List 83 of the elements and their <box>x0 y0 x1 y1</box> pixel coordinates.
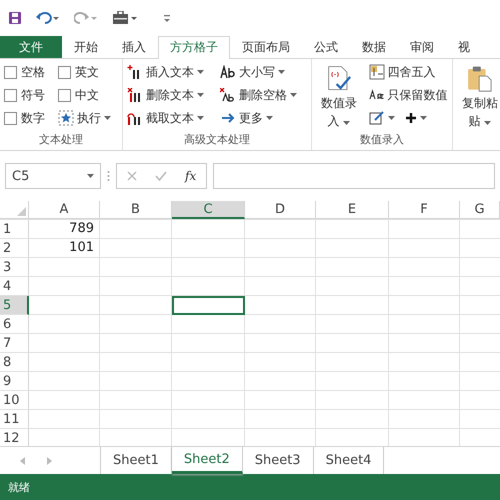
caret-icon <box>343 120 350 125</box>
triangle-icon <box>17 207 26 216</box>
group-title: 高级文本处理 <box>183 132 251 148</box>
round-icon <box>368 64 384 80</box>
drag-handle-icon <box>107 170 110 182</box>
large-menu-button[interactable]: 数值录入 <box>316 60 362 130</box>
redo-icon[interactable] <box>74 10 98 25</box>
menu-button[interactable]: 截取文本 <box>127 110 204 127</box>
checkbox-label: 数字 <box>21 110 45 127</box>
ribbon-tab[interactable]: 公式 <box>302 36 350 58</box>
menu-button[interactable]: 插入文本 <box>127 64 204 81</box>
delete-text-icon <box>127 88 143 102</box>
sheet-tab[interactable]: Sheet4 <box>314 447 384 474</box>
column-header[interactable]: C <box>172 201 245 220</box>
menu-button[interactable]: 删除空格 <box>220 86 297 104</box>
checkbox-label: 英文 <box>75 64 99 81</box>
caret-icon <box>420 116 426 120</box>
check-icon[interactable] <box>155 171 167 182</box>
ribbon-tab[interactable]: 数据 <box>350 36 398 58</box>
ribbon-tab[interactable]: 插入 <box>110 36 158 58</box>
menu-button[interactable]: 只保留数值 <box>368 86 448 104</box>
menu-button[interactable]: 删除文本 <box>127 86 204 104</box>
caret-icon <box>87 174 94 178</box>
column-header[interactable]: E <box>316 201 389 220</box>
ribbon-tab[interactable]: 审阅 <box>398 36 446 58</box>
checkbox[interactable] <box>4 66 17 79</box>
scroll-right-icon[interactable] <box>47 456 52 465</box>
name-box[interactable]: C5 <box>5 163 101 190</box>
column-header[interactable]: B <box>100 201 172 220</box>
column-header[interactable]: G <box>460 201 500 220</box>
menu-button[interactable]: 执行 <box>58 110 111 127</box>
row-header[interactable]: 5 <box>0 296 29 316</box>
ribbon-tab[interactable]: 页面布局 <box>230 36 302 58</box>
sheet-tab[interactable]: Sheet3 <box>242 447 314 474</box>
checkbox[interactable] <box>4 88 17 102</box>
selected-cell[interactable] <box>172 296 245 316</box>
toolbox-icon[interactable] <box>112 10 138 25</box>
checkbox-label: 符号 <box>21 86 45 104</box>
caret-icon <box>484 120 492 125</box>
cancel-icon[interactable] <box>127 171 137 182</box>
plus-icon <box>404 112 416 124</box>
checkbox[interactable] <box>58 66 71 79</box>
table-cell-text: 789 <box>68 220 95 238</box>
caret-icon <box>104 116 111 120</box>
caret-icon <box>197 70 204 74</box>
add-menu-button[interactable] <box>404 112 426 124</box>
column-header[interactable]: D <box>245 201 316 220</box>
table-cell-text: 101 <box>68 239 95 258</box>
menu-button[interactable]: 更多 <box>220 110 273 127</box>
checkbox-label: 中文 <box>75 86 99 104</box>
menu-button[interactable]: 大小写 <box>220 64 285 81</box>
scroll-left-icon[interactable] <box>20 456 25 465</box>
remove-spaces-icon <box>220 88 236 102</box>
ribbon-tab[interactable]: 开始 <box>62 36 110 58</box>
ribbon-tab[interactable]: 方方格子 <box>158 36 230 59</box>
letter-case-icon <box>220 65 236 80</box>
arrow-icon <box>220 111 236 126</box>
ribbon-tab[interactable]: 视 <box>446 36 482 58</box>
edit-icon <box>368 110 384 126</box>
group-title: 文本处理 <box>38 132 84 148</box>
caret-icon <box>278 70 285 74</box>
edit-menu-button[interactable] <box>368 110 394 126</box>
checkbox[interactable] <box>4 112 17 125</box>
menu-button[interactable]: 四舍五入 <box>368 64 436 81</box>
caret-icon <box>197 116 204 120</box>
insert-function-button[interactable]: fx <box>185 169 196 184</box>
extract-text-icon <box>127 111 143 126</box>
save-icon[interactable] <box>8 10 22 25</box>
formula-input[interactable] <box>213 163 495 190</box>
caret-icon <box>290 93 297 98</box>
column-header[interactable]: F <box>389 201 460 220</box>
ribbon-tab[interactable]: 文件 <box>0 36 62 58</box>
caret-icon <box>266 116 273 120</box>
checkbox-label: 空格 <box>21 64 45 81</box>
group-title: 数值录入 <box>359 132 405 148</box>
sheet-tab[interactable]: Sheet2 <box>172 447 243 474</box>
caret-icon <box>388 116 394 120</box>
large-menu-button[interactable]: 复制粘贴 <box>457 60 500 130</box>
column-header[interactable]: A <box>29 201 100 220</box>
status-text: 就绪 <box>8 480 30 495</box>
checkbox[interactable] <box>58 88 71 102</box>
undo-icon[interactable] <box>36 10 60 25</box>
caret-icon <box>197 93 204 98</box>
